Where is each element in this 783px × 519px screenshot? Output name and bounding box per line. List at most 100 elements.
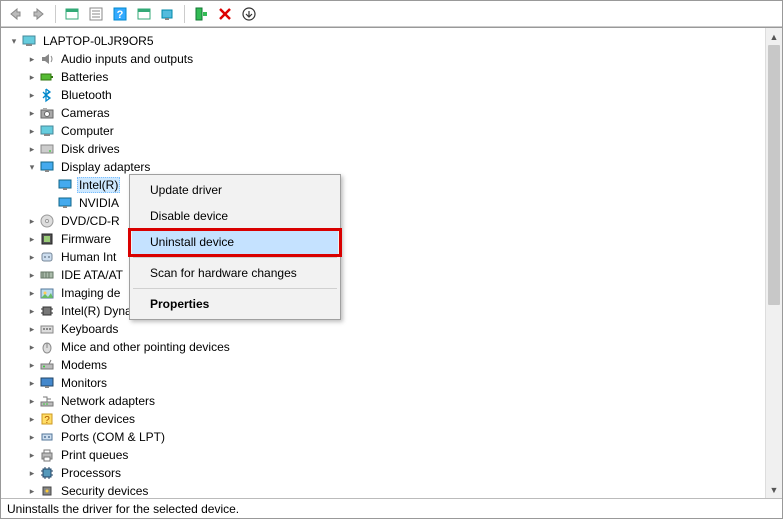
expand-icon[interactable]: ▸ <box>25 340 39 354</box>
expand-icon[interactable]: ▸ <box>25 88 39 102</box>
expand-icon[interactable]: ▸ <box>25 412 39 426</box>
expand-icon[interactable]: ▸ <box>25 70 39 84</box>
tree-root-label: LAPTOP-0LJR9OR5 <box>41 33 156 49</box>
network-icon <box>39 393 55 409</box>
add-legacy-button[interactable] <box>191 4 211 24</box>
tree-category[interactable]: ▸ Monitors <box>3 374 763 392</box>
context-menu-separator <box>133 288 337 289</box>
tree-category[interactable]: ▸ Ports (COM & LPT) <box>3 428 763 446</box>
tree-category[interactable]: ▾ Display adapters <box>3 158 763 176</box>
modem-icon <box>39 357 55 373</box>
expand-icon[interactable]: ▸ <box>25 304 39 318</box>
tree-category[interactable]: ▸Firmware <box>3 230 763 248</box>
ide-icon <box>39 267 55 283</box>
expand-icon[interactable]: ▸ <box>25 466 39 480</box>
keyboard-icon <box>39 321 55 337</box>
expand-icon[interactable]: ▸ <box>25 142 39 156</box>
tree-category-label: Monitors <box>59 375 109 391</box>
expand-icon[interactable]: ▸ <box>25 268 39 282</box>
twisty-none <box>43 178 57 192</box>
svg-text:?: ? <box>44 415 50 426</box>
tree-category[interactable]: ▸Intel(R) Dynamic Platform and Thermal F… <box>3 302 763 320</box>
tree-category[interactable]: ▸ Imaging de <box>3 284 763 302</box>
tree-category[interactable]: ▸Disk drives <box>3 140 763 158</box>
expand-icon[interactable]: ▸ <box>25 286 39 300</box>
tree-category-label: Ports (COM & LPT) <box>59 429 167 445</box>
context-menu-item[interactable]: Uninstall device <box>132 229 338 255</box>
expand-icon[interactable]: ▸ <box>25 448 39 462</box>
expand-icon[interactable]: ▸ <box>25 322 39 336</box>
tree-category-label: Display adapters <box>59 159 152 175</box>
update-driver-button[interactable] <box>134 4 154 24</box>
back-button[interactable] <box>5 4 25 24</box>
display-icon <box>57 177 73 193</box>
scan-button[interactable] <box>158 4 178 24</box>
tree-category-label: Imaging de <box>59 285 122 301</box>
context-menu-item[interactable]: Scan for hardware changes <box>132 260 338 286</box>
expand-icon[interactable]: ▸ <box>25 52 39 66</box>
down-button[interactable] <box>239 4 259 24</box>
help-button[interactable]: ? <box>110 4 130 24</box>
tree-category[interactable]: ▸Batteries <box>3 68 763 86</box>
tree-category[interactable]: ▸Network adapters <box>3 392 763 410</box>
tree-category[interactable]: ▸?Other devices <box>3 410 763 428</box>
tree-device[interactable]: Intel(R) <box>3 176 763 194</box>
tree-category[interactable]: ▸Keyboards <box>3 320 763 338</box>
tree-category-label: Modems <box>59 357 109 373</box>
port-icon <box>39 429 55 445</box>
context-menu-item[interactable]: Disable device <box>132 203 338 229</box>
mouse-icon <box>39 339 55 355</box>
expand-icon[interactable]: ▸ <box>25 214 39 228</box>
context-menu-item[interactable]: Properties <box>132 291 338 317</box>
expand-icon[interactable]: ▸ <box>25 358 39 372</box>
expand-icon[interactable]: ▸ <box>25 394 39 408</box>
tree-category[interactable]: ▸Mice and other pointing devices <box>3 338 763 356</box>
collapse-icon[interactable]: ▾ <box>25 160 39 174</box>
device-tree[interactable]: ▾LAPTOP-0LJR9OR5▸Audio inputs and output… <box>1 28 765 498</box>
battery-icon <box>39 69 55 85</box>
tree-category[interactable]: ▸ Audio inputs and outputs <box>3 50 763 68</box>
expand-icon[interactable]: ▸ <box>25 376 39 390</box>
tree-category[interactable]: ▸DVD/CD-R <box>3 212 763 230</box>
tree-device[interactable]: NVIDIA <box>3 194 763 212</box>
dvd-icon <box>39 213 55 229</box>
twisty-none <box>43 196 57 210</box>
context-menu-item[interactable]: Update driver <box>132 177 338 203</box>
collapse-icon[interactable]: ▾ <box>7 34 21 48</box>
tree-root[interactable]: ▾ LAPTOP-0LJR9OR5 <box>3 32 763 50</box>
tree-category[interactable]: ▸ Print queues <box>3 446 763 464</box>
tree-category[interactable]: ▸IDE ATA/AT <box>3 266 763 284</box>
forward-button[interactable] <box>29 4 49 24</box>
expand-icon[interactable]: ▸ <box>25 124 39 138</box>
tree-category[interactable]: ▸Cameras <box>3 104 763 122</box>
tree-category-label: Print queues <box>59 447 130 463</box>
uninstall-button[interactable] <box>215 4 235 24</box>
audio-icon <box>39 51 55 67</box>
expand-icon[interactable]: ▸ <box>25 106 39 120</box>
vertical-scrollbar[interactable]: ▲ ▼ <box>765 28 782 498</box>
cpu-icon <box>39 465 55 481</box>
scroll-up-button[interactable]: ▲ <box>766 28 782 45</box>
tree-category[interactable]: ▸Processors <box>3 464 763 482</box>
expand-icon[interactable]: ▸ <box>25 232 39 246</box>
display-icon <box>57 195 73 211</box>
expand-icon[interactable]: ▸ <box>25 430 39 444</box>
tree-category[interactable]: ▸ Modems <box>3 356 763 374</box>
tree-category[interactable]: ▸Security devices <box>3 482 763 498</box>
tree-category-label: Audio inputs and outputs <box>59 51 195 67</box>
hid-icon <box>39 249 55 265</box>
scroll-down-button[interactable]: ▼ <box>766 481 782 498</box>
scroll-thumb[interactable] <box>768 45 780 305</box>
toolbar: ? <box>1 1 782 27</box>
toolbar-separator <box>55 5 56 23</box>
tree-category[interactable]: ▸Bluetooth <box>3 86 763 104</box>
camera-icon <box>39 105 55 121</box>
computer-icon <box>21 33 37 49</box>
tree-category[interactable]: ▸Computer <box>3 122 763 140</box>
imaging-icon <box>39 285 55 301</box>
show-hidden-button[interactable] <box>62 4 82 24</box>
properties-button[interactable] <box>86 4 106 24</box>
expand-icon[interactable]: ▸ <box>25 250 39 264</box>
expand-icon[interactable]: ▸ <box>25 484 39 498</box>
tree-category[interactable]: ▸Human Int <box>3 248 763 266</box>
